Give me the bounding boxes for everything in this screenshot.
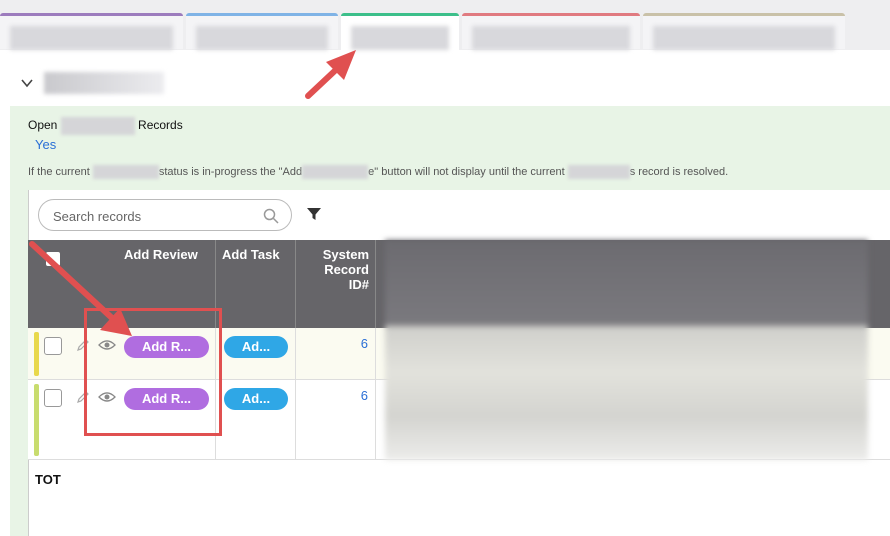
chevron-down-icon[interactable] xyxy=(20,76,34,90)
tab-3-active[interactable] xyxy=(341,13,459,53)
header-system-id-col: System Record ID# xyxy=(296,240,376,328)
col-divider xyxy=(295,380,296,459)
open-records-value: Yes xyxy=(35,137,57,152)
tab-1[interactable] xyxy=(0,13,183,50)
info-note: If the current status is in-progress the… xyxy=(28,165,728,179)
header-system-id-3: ID# xyxy=(348,277,369,292)
tab-strip xyxy=(0,0,890,53)
table-footer-total: TOT xyxy=(35,472,61,487)
system-record-id-link[interactable]: 6 xyxy=(348,336,368,351)
header-system-id-1: System xyxy=(322,247,369,262)
col-divider xyxy=(375,380,376,459)
redacted-columns xyxy=(385,240,868,460)
header-add-review: Add Review xyxy=(124,247,198,262)
open-records-label: Open Records xyxy=(28,117,183,135)
tab-2[interactable] xyxy=(186,13,338,50)
section-header[interactable] xyxy=(0,60,890,106)
row-status-bar xyxy=(34,384,39,456)
note-part-2: status is in-progress the "Add xyxy=(158,165,303,178)
redacted-text xyxy=(302,165,369,179)
filter-icon[interactable] xyxy=(306,206,322,222)
note-part-4: s record is resolved. xyxy=(629,165,729,178)
search-input[interactable] xyxy=(51,206,255,226)
select-all-checkbox[interactable] xyxy=(46,252,60,266)
search-icon[interactable] xyxy=(263,208,279,224)
note-part-3: e" button will not display until the cur… xyxy=(368,165,565,178)
col-divider xyxy=(375,328,376,379)
header-system-id-2: Record xyxy=(324,262,369,277)
header-add-task-col: Add Task xyxy=(216,240,296,328)
tab-5[interactable] xyxy=(643,13,845,50)
add-task-button[interactable]: Ad... xyxy=(224,388,288,410)
header-add-task: Add Task xyxy=(222,247,280,262)
redacted-text xyxy=(92,165,159,179)
row-checkbox[interactable] xyxy=(44,337,62,355)
system-record-id-link[interactable]: 6 xyxy=(348,388,368,403)
redacted-text xyxy=(60,117,135,135)
row-checkbox[interactable] xyxy=(44,389,62,407)
open-suffix: Records xyxy=(138,118,183,133)
note-part-1: If the current xyxy=(28,165,90,178)
col-divider xyxy=(295,328,296,379)
redacted-text xyxy=(567,165,630,179)
add-task-button[interactable]: Ad... xyxy=(224,336,288,358)
open-prefix: Open xyxy=(28,118,58,133)
row-status-bar xyxy=(34,332,39,376)
tab-4[interactable] xyxy=(462,13,640,50)
section-title-redacted xyxy=(44,72,164,94)
annotation-highlight-box xyxy=(84,308,222,436)
search-box[interactable] xyxy=(38,199,292,231)
